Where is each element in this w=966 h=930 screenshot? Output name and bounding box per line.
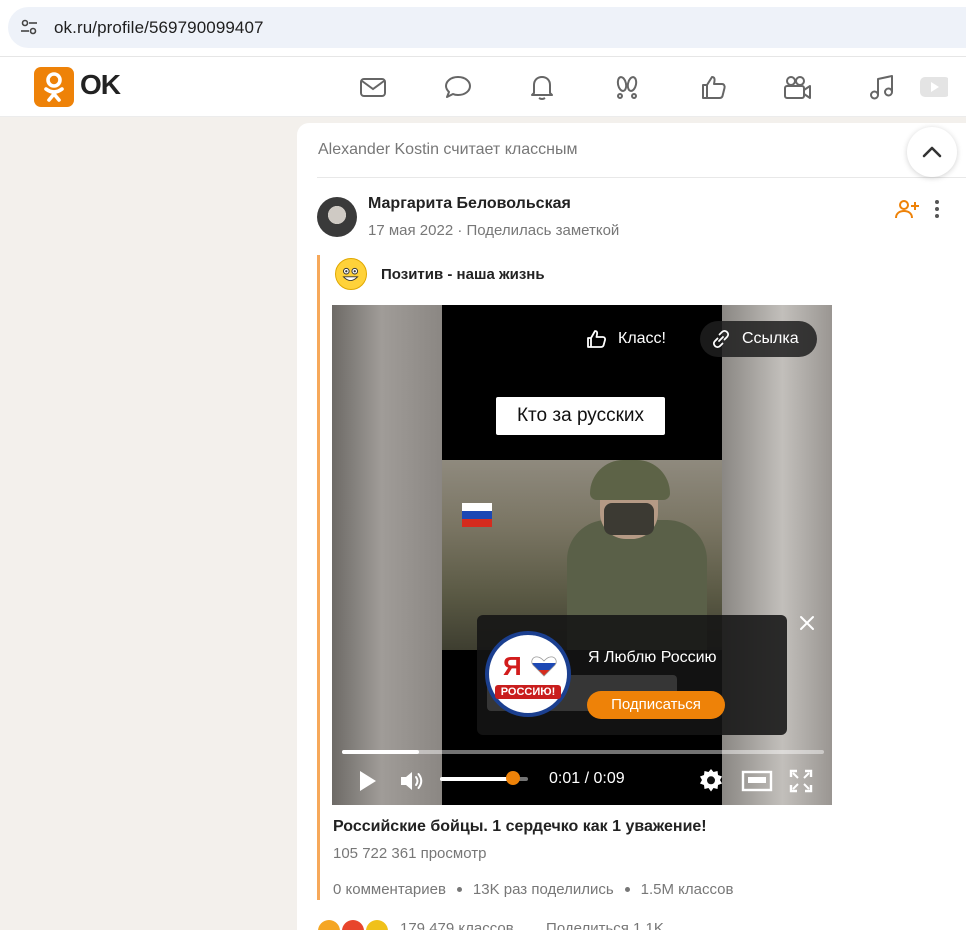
ok-logo-text[interactable]: OK <box>80 69 121 101</box>
classes-count[interactable]: 1.5M классов <box>641 881 734 898</box>
ok-logo-icon[interactable] <box>34 67 74 107</box>
klass-label: Класс! <box>618 330 666 347</box>
bell-icon[interactable] <box>526 71 558 103</box>
link-label: Ссылка <box>742 330 799 347</box>
klass-reaction-icon <box>318 920 340 930</box>
post-date[interactable]: 17 мая 2022 <box>368 222 453 239</box>
video-caption[interactable]: Российские бойцы. 1 сердечко как 1 уваже… <box>333 818 707 836</box>
browser-address-bar: ok.ru/profile/569790099407 <box>0 0 966 57</box>
chat-icon[interactable] <box>442 71 474 103</box>
video-progress-fill <box>342 750 420 754</box>
mail-icon[interactable] <box>357 71 389 103</box>
site-settings-icon[interactable] <box>20 18 38 36</box>
heart-reaction-icon <box>366 920 388 930</box>
view-count: 105 722 361 просмотр <box>333 845 487 862</box>
video-progress-bar[interactable] <box>342 750 824 754</box>
reactions-count[interactable]: 179 479 классов <box>400 920 514 930</box>
video-time: 0:01 / 0:09 <box>549 770 625 787</box>
video-link-button[interactable]: Ссылка <box>700 321 817 357</box>
video-camera-icon[interactable] <box>781 71 813 103</box>
close-icon[interactable] <box>798 614 816 632</box>
author-avatar[interactable] <box>317 197 357 237</box>
card-divider <box>317 177 966 178</box>
url-text: ok.ru/profile/569790099407 <box>54 18 264 37</box>
stats-dot <box>456 886 462 892</box>
share-button[interactable]: Поделиться 1.1K <box>546 920 664 930</box>
channel-logo-ya: Я <box>503 651 522 681</box>
russian-flag-image <box>462 503 492 527</box>
heart-flag-icon <box>531 656 557 677</box>
channel-name[interactable]: Я Люблю Россию <box>588 649 717 667</box>
group-name[interactable]: Позитив - наша жизнь <box>381 266 545 283</box>
video-blur-left <box>332 305 442 805</box>
more-options-icon[interactable] <box>929 198 945 220</box>
volume-fill <box>440 777 514 781</box>
author-name[interactable]: Маргарита Беловольская <box>368 195 571 213</box>
post-action: Поделилась заметкой <box>466 222 620 239</box>
events-icon[interactable] <box>611 71 643 103</box>
channel-logo[interactable]: Я РОССИЮ! <box>485 631 571 717</box>
theater-mode-icon[interactable] <box>741 767 773 795</box>
gear-icon[interactable] <box>697 767 725 795</box>
comments-count[interactable]: 0 комментариев <box>333 881 446 898</box>
volume-handle[interactable] <box>506 771 521 785</box>
reaction-icons[interactable] <box>318 918 398 930</box>
link-icon <box>712 329 730 349</box>
play-icon[interactable] <box>354 767 382 795</box>
meta-separator: · <box>457 222 463 239</box>
music-icon[interactable] <box>866 71 898 103</box>
fullscreen-icon[interactable] <box>787 767 815 795</box>
channel-logo-text: РОССИЮ! <box>495 685 561 699</box>
shares-count[interactable]: 13K раз поделились <box>473 881 614 898</box>
video-icon[interactable] <box>918 71 948 103</box>
video-klass-button[interactable]: Класс! <box>582 321 682 357</box>
bottom-counts: 179 479 классов Поделиться 1.1K <box>400 920 664 930</box>
scroll-to-top-button[interactable] <box>907 127 957 177</box>
liked-by-text[interactable]: Alexander Kostin считает классным <box>318 141 577 159</box>
post-stats: 0 комментариев 13K раз поделились 1.5M кла… <box>333 881 733 898</box>
volume-icon[interactable] <box>398 767 426 795</box>
chevron-up-icon <box>922 146 942 158</box>
group-avatar-icon[interactable] <box>335 258 367 290</box>
video-overlay-title: Кто за русских <box>496 397 665 435</box>
url-field[interactable]: ok.ru/profile/569790099407 <box>8 7 966 48</box>
site-header: OK <box>0 57 966 117</box>
add-friend-icon[interactable] <box>895 198 919 220</box>
video-player[interactable]: Кто за русских Класс! Ссылка Я РОССИЮ! Я… <box>332 305 832 805</box>
fire-reaction-icon <box>342 920 364 930</box>
subscribe-button[interactable]: Подписаться <box>587 691 725 719</box>
thumbs-up-icon <box>587 330 607 348</box>
post-meta: 17 мая 2022 · Поделилась заметкой <box>368 222 619 239</box>
soldier-mask-image <box>604 503 654 535</box>
reshare-accent-bar <box>317 255 320 900</box>
like-icon[interactable] <box>697 71 729 103</box>
stats-dot <box>624 886 630 892</box>
